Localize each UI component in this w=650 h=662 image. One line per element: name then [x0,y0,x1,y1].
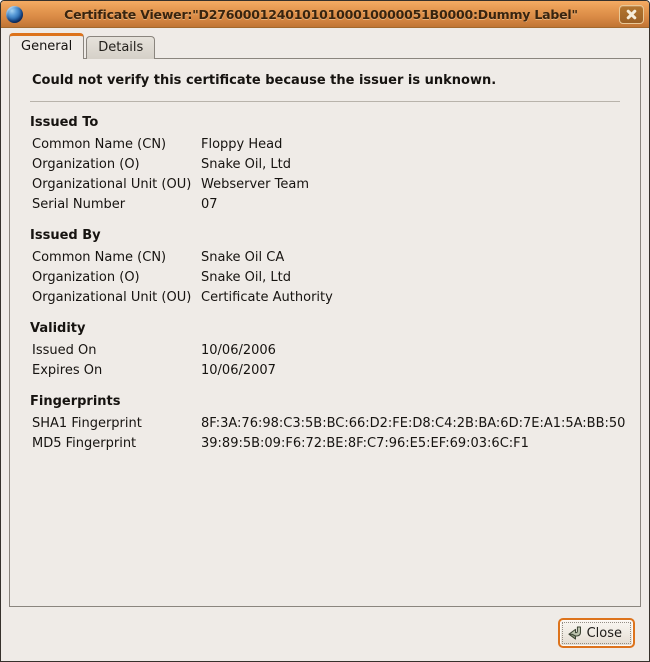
certificate-viewer-window: Certificate Viewer:"D2760001240101010001… [0,0,650,662]
field-value: Snake Oil CA [201,248,284,268]
close-arrow-icon [566,625,583,641]
field-value: 10/06/2007 [201,361,276,381]
field-label: Organizational Unit (OU) [32,175,201,195]
field-value: Snake Oil, Ltd [201,268,291,288]
tab-general[interactable]: General [9,33,84,59]
cert-sections: Issued To Common Name (CN) Floppy Head O… [30,115,620,454]
field-row: Organizational Unit (OU) Webserver Team [30,175,620,195]
general-tab-panel: Could not verify this certificate becaus… [9,58,641,607]
section-title: Issued To [30,115,620,130]
section-rows: SHA1 Fingerprint 8F:3A:76:98:C3:5B:BC:66… [30,414,620,454]
verification-warning: Could not verify this certificate becaus… [32,73,618,88]
field-row: Issued On 10/06/2006 [30,341,620,361]
field-row: Serial Number 07 [30,195,620,215]
section-rows: Common Name (CN) Snake Oil CA Organizati… [30,248,620,308]
field-label: Organization (O) [32,268,201,288]
action-area: Close [9,607,641,661]
tab-bar: General Details [9,33,641,59]
field-label: MD5 Fingerprint [32,434,201,454]
close-button-label: Close [587,626,622,641]
section-rows: Common Name (CN) Floppy Head Organizatio… [30,135,620,215]
section-title: Validity [30,321,620,336]
field-label: Organizational Unit (OU) [32,288,201,308]
cert-section: Issued By Common Name (CN) Snake Oil CA … [30,228,620,308]
separator [30,101,620,102]
field-label: Common Name (CN) [32,248,201,268]
close-icon [626,9,637,20]
close-button[interactable]: Close [558,618,635,648]
cert-section: Issued To Common Name (CN) Floppy Head O… [30,115,620,215]
titlebar: Certificate Viewer:"D2760001240101010001… [1,1,649,28]
field-label: Issued On [32,341,201,361]
section-rows: Issued On 10/06/2006 Expires On 10/06/20… [30,341,620,381]
field-value: Floppy Head [201,135,282,155]
tab-details[interactable]: Details [86,36,155,59]
field-label: Serial Number [32,195,201,215]
window-globe-icon[interactable] [6,6,23,23]
field-row: Organization (O) Snake Oil, Ltd [30,155,620,175]
field-row: Organization (O) Snake Oil, Ltd [30,268,620,288]
field-label: SHA1 Fingerprint [32,414,201,434]
window-title: Certificate Viewer:"D2760001240101010001… [29,7,613,22]
field-value: 07 [201,195,218,215]
field-value: 39:89:5B:09:F6:72:BE:8F:C7:96:E5:EF:69:0… [201,434,529,454]
cert-section: Fingerprints SHA1 Fingerprint 8F:3A:76:9… [30,394,620,454]
field-row: Expires On 10/06/2007 [30,361,620,381]
field-value: Webserver Team [201,175,309,195]
field-label: Common Name (CN) [32,135,201,155]
field-value: Snake Oil, Ltd [201,155,291,175]
dialog-body: General Details Could not verify this ce… [1,28,649,661]
field-label: Organization (O) [32,155,201,175]
field-label: Expires On [32,361,201,381]
section-title: Fingerprints [30,394,620,409]
field-value: Certificate Authority [201,288,333,308]
field-row: SHA1 Fingerprint 8F:3A:76:98:C3:5B:BC:66… [30,414,620,434]
field-value: 8F:3A:76:98:C3:5B:BC:66:D2:FE:D8:C4:2B:B… [201,414,625,434]
field-row: Common Name (CN) Floppy Head [30,135,620,155]
section-title: Issued By [30,228,620,243]
field-value: 10/06/2006 [201,341,276,361]
field-row: MD5 Fingerprint 39:89:5B:09:F6:72:BE:8F:… [30,434,620,454]
field-row: Common Name (CN) Snake Oil CA [30,248,620,268]
cert-section: Validity Issued On 10/06/2006 Expires On… [30,321,620,381]
window-close-button[interactable] [619,5,644,24]
focus-ring: Close [562,622,631,644]
field-row: Organizational Unit (OU) Certificate Aut… [30,288,620,308]
